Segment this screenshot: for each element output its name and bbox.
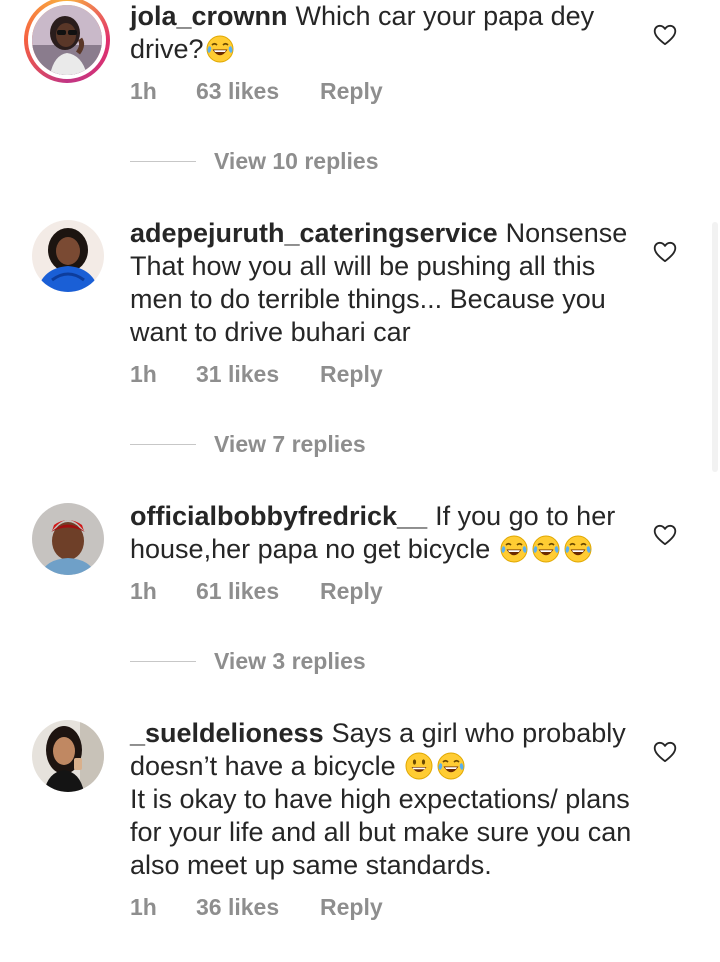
comment-time: 1h [130,78,157,104]
view-replies-label: View 7 replies [214,431,366,457]
comment-time: 1h [130,894,157,920]
replies-divider [130,444,196,445]
comment-username[interactable]: _sueldelioness [130,718,324,748]
heart-outline-icon[interactable] [652,239,678,265]
comment-likes[interactable]: 61 likes [196,578,320,605]
comment-text: jola_crownn Which car your papa dey drive… [130,0,640,66]
avatar-photo [32,220,104,292]
comment-time: 1h [130,578,157,604]
comment-text: adepejuruth_cateringservice Nonsense That… [130,217,640,349]
avatar-photo [32,503,104,575]
view-replies-label: View 3 replies [214,648,366,674]
comment-text: _sueldelioness Says a girl who probably d… [130,717,640,882]
view-replies-button[interactable]: View 7 replies [130,431,366,458]
replies-divider [130,161,196,162]
reply-button[interactable]: Reply [320,894,383,921]
view-replies-button[interactable]: View 10 replies [130,148,379,175]
comment-likes[interactable]: 36 likes [196,894,320,921]
comment-text: officialbobbyfredrick__ If you go to her … [130,500,640,566]
comment-meta: 1h 61 likes Reply [130,578,383,605]
comment-body-line2: It is okay to have high expectations/ pl… [130,784,632,880]
avatar-photo [32,5,102,75]
view-replies-label: View 10 replies [214,148,379,174]
reply-button[interactable]: Reply [320,78,383,105]
tears-of-joy-emoji-icon [531,534,561,564]
comment-meta: 1h 36 likes Reply [130,894,383,921]
grinning-emoji-icon [404,751,434,781]
comment-username[interactable]: jola_crownn [130,1,288,31]
comment-likes[interactable]: 63 likes [196,78,320,105]
avatar[interactable] [32,503,104,575]
heart-outline-icon[interactable] [652,522,678,548]
comment-username[interactable]: officialbobbyfredrick__ [130,501,427,531]
avatar-photo [32,720,104,792]
avatar[interactable] [24,0,110,83]
comment-likes[interactable]: 31 likes [196,361,320,388]
comment-username[interactable]: adepejuruth_cateringservice [130,218,498,248]
avatar[interactable] [32,220,104,292]
tears-of-joy-emoji-icon [563,534,593,564]
replies-divider [130,661,196,662]
comment-meta: 1h 31 likes Reply [130,361,383,388]
heart-outline-icon[interactable] [652,739,678,765]
reply-button[interactable]: Reply [320,361,383,388]
view-replies-button[interactable]: View 3 replies [130,648,366,675]
reply-button[interactable]: Reply [320,578,383,605]
comment-time: 1h [130,361,157,387]
avatar[interactable] [32,720,104,792]
comment-meta: 1h 63 likes Reply [130,78,383,105]
scrollbar[interactable] [712,222,718,472]
heart-outline-icon[interactable] [652,22,678,48]
tears-of-joy-emoji-icon [499,534,529,564]
tears-of-joy-emoji-icon [436,751,466,781]
tears-of-joy-emoji-icon [205,34,235,64]
